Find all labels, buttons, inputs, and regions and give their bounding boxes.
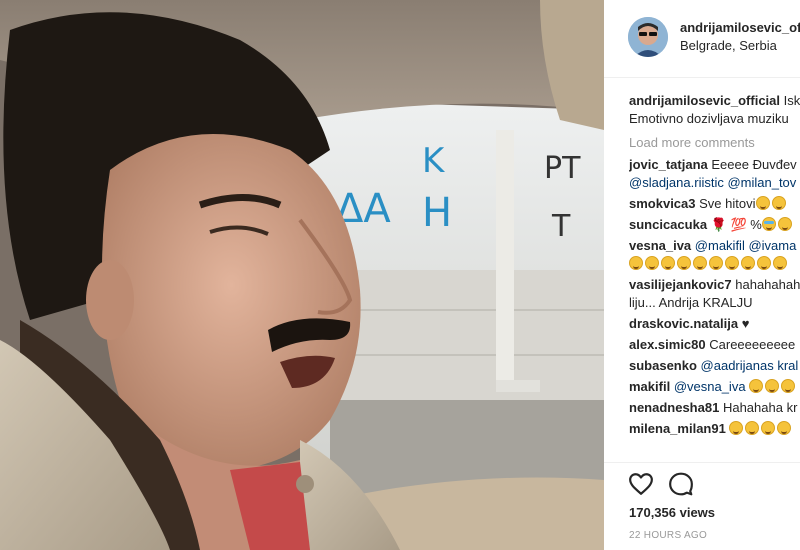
- smile-emoji-icon: [777, 217, 792, 231]
- comment-emoji-text: 🌹 💯 %: [710, 217, 762, 232]
- laughing-emoji-icon: [709, 256, 723, 270]
- caption-username[interactable]: andrijamilosevic_official: [629, 93, 780, 108]
- post-header: andrijamilosevic_official Belgrade, Serb…: [604, 0, 800, 78]
- laughing-emoji-icon: [777, 421, 792, 435]
- laughing-emoji-icon: [757, 256, 771, 270]
- laughing-emoji-icon: [745, 421, 760, 435]
- comment-item: nenadnesha81 Hahahaha kr: [629, 399, 800, 417]
- comment-username[interactable]: smokvica3: [629, 196, 696, 211]
- comments-list: andrijamilosevic_official Isk Emotivno d…: [629, 92, 800, 441]
- laughing-emoji-icon: [749, 379, 764, 393]
- comment-item: alex.simic80 Careeeeeeeee: [629, 336, 800, 354]
- comments-fade: [604, 452, 800, 462]
- comment-item: subasenko @aadrijanas kral: [629, 357, 800, 375]
- comment-item: jovic_tatjana Eeeee Đuvđev @sladjana.rii…: [629, 156, 800, 192]
- comment-text-line2: liju... Andrija KRALJU: [629, 295, 753, 310]
- post-sidebar: andrijamilosevic_official Belgrade, Serb…: [604, 0, 800, 550]
- emoji-row: [629, 255, 800, 273]
- laughing-emoji-icon: [771, 196, 786, 210]
- comment-username[interactable]: vasilijejankovic7: [629, 277, 732, 292]
- comment-item: vasilijejankovic7 hahahahah liju... Andr…: [629, 276, 800, 312]
- load-more-comments-button[interactable]: Load more comments: [629, 134, 800, 152]
- comment-item: suncicacuka 🌹 💯 %: [629, 216, 800, 234]
- comment-text: hahahahah: [735, 277, 800, 292]
- comment-username[interactable]: suncicacuka: [629, 217, 707, 232]
- comment-text: Sve hitovi: [699, 196, 756, 211]
- laughing-emoji-icon: [661, 256, 675, 270]
- post-video[interactable]: K ΔΑ H PT T: [0, 0, 604, 550]
- comment-username[interactable]: draskovic.natalija: [629, 316, 738, 331]
- laughing-emoji-icon: [677, 256, 691, 270]
- laughing-emoji-icon: [755, 196, 770, 210]
- laughing-emoji-icon: [773, 256, 787, 270]
- comment-mentions[interactable]: @sladjana.riistic @milan_tov: [629, 175, 796, 190]
- avatar-image: [628, 17, 668, 57]
- comment-username[interactable]: vesna_iva: [629, 238, 691, 253]
- caption: andrijamilosevic_official Isk Emotivno d…: [629, 92, 800, 128]
- comment-text: Careeeeeeeee: [709, 337, 796, 352]
- post-timestamp[interactable]: 22 HOURS AGO: [629, 530, 707, 541]
- comment-heart: ♥: [741, 316, 750, 331]
- comment-text: Eeeee Đuvđev: [711, 157, 797, 172]
- heart-icon[interactable]: [628, 471, 654, 497]
- laughing-emoji-icon: [729, 421, 744, 435]
- comment-username[interactable]: nenadnesha81: [629, 400, 719, 415]
- comment-username[interactable]: jovic_tatjana: [629, 157, 708, 172]
- laughing-emoji-icon: [645, 256, 659, 270]
- graffiti-h: H: [422, 190, 452, 236]
- graffiti-pt: PT: [544, 151, 581, 186]
- comment-text: Hahahaha kr: [722, 400, 798, 415]
- laughing-emoji-icon: [781, 379, 796, 393]
- avatar[interactable]: [628, 17, 668, 57]
- view-count: 170,356 views: [629, 505, 716, 520]
- comment-item: smokvica3 Sve hitovi: [629, 195, 800, 213]
- comment-username[interactable]: subasenko: [629, 358, 697, 373]
- comment-item: vesna_iva @makifil @ivama: [629, 237, 800, 273]
- laughing-emoji-icon: [629, 256, 643, 270]
- graffiti-t: T: [551, 209, 571, 244]
- comment-mentions[interactable]: @aadrijanas kral: [701, 358, 799, 373]
- laughing-emoji-icon: [761, 421, 776, 435]
- laughing-emoji-icon: [741, 256, 755, 270]
- comment-username[interactable]: makifil: [629, 379, 670, 394]
- sweat-smile-emoji-icon: [761, 217, 776, 231]
- comment-mentions[interactable]: @makifil @ivama: [695, 238, 797, 253]
- comment-item: milena_milan91: [629, 420, 800, 438]
- comment-item: makifil @vesna_iva: [629, 378, 800, 396]
- post-actions: 170,356 views 22 HOURS AGO: [604, 462, 800, 550]
- laughing-emoji-icon: [693, 256, 707, 270]
- video-frame: K ΔΑ H PT T: [0, 0, 604, 550]
- laughing-emoji-icon: [725, 256, 739, 270]
- comment-username[interactable]: alex.simic80: [629, 337, 706, 352]
- comment-mentions[interactable]: @vesna_iva: [674, 379, 746, 394]
- comment-username[interactable]: milena_milan91: [629, 421, 726, 436]
- laughing-emoji-icon: [765, 379, 780, 393]
- comment-icon[interactable]: [668, 471, 694, 497]
- post-location[interactable]: Belgrade, Serbia: [680, 38, 777, 53]
- comment-item: draskovic.natalija ♥: [629, 315, 800, 333]
- graffiti-k: K: [422, 141, 446, 181]
- caption-text: Isk: [783, 93, 800, 108]
- post-author-username[interactable]: andrijamilosevic_official: [680, 20, 800, 35]
- caption-text-line2: Emotivno dozivljava muziku: [629, 111, 789, 126]
